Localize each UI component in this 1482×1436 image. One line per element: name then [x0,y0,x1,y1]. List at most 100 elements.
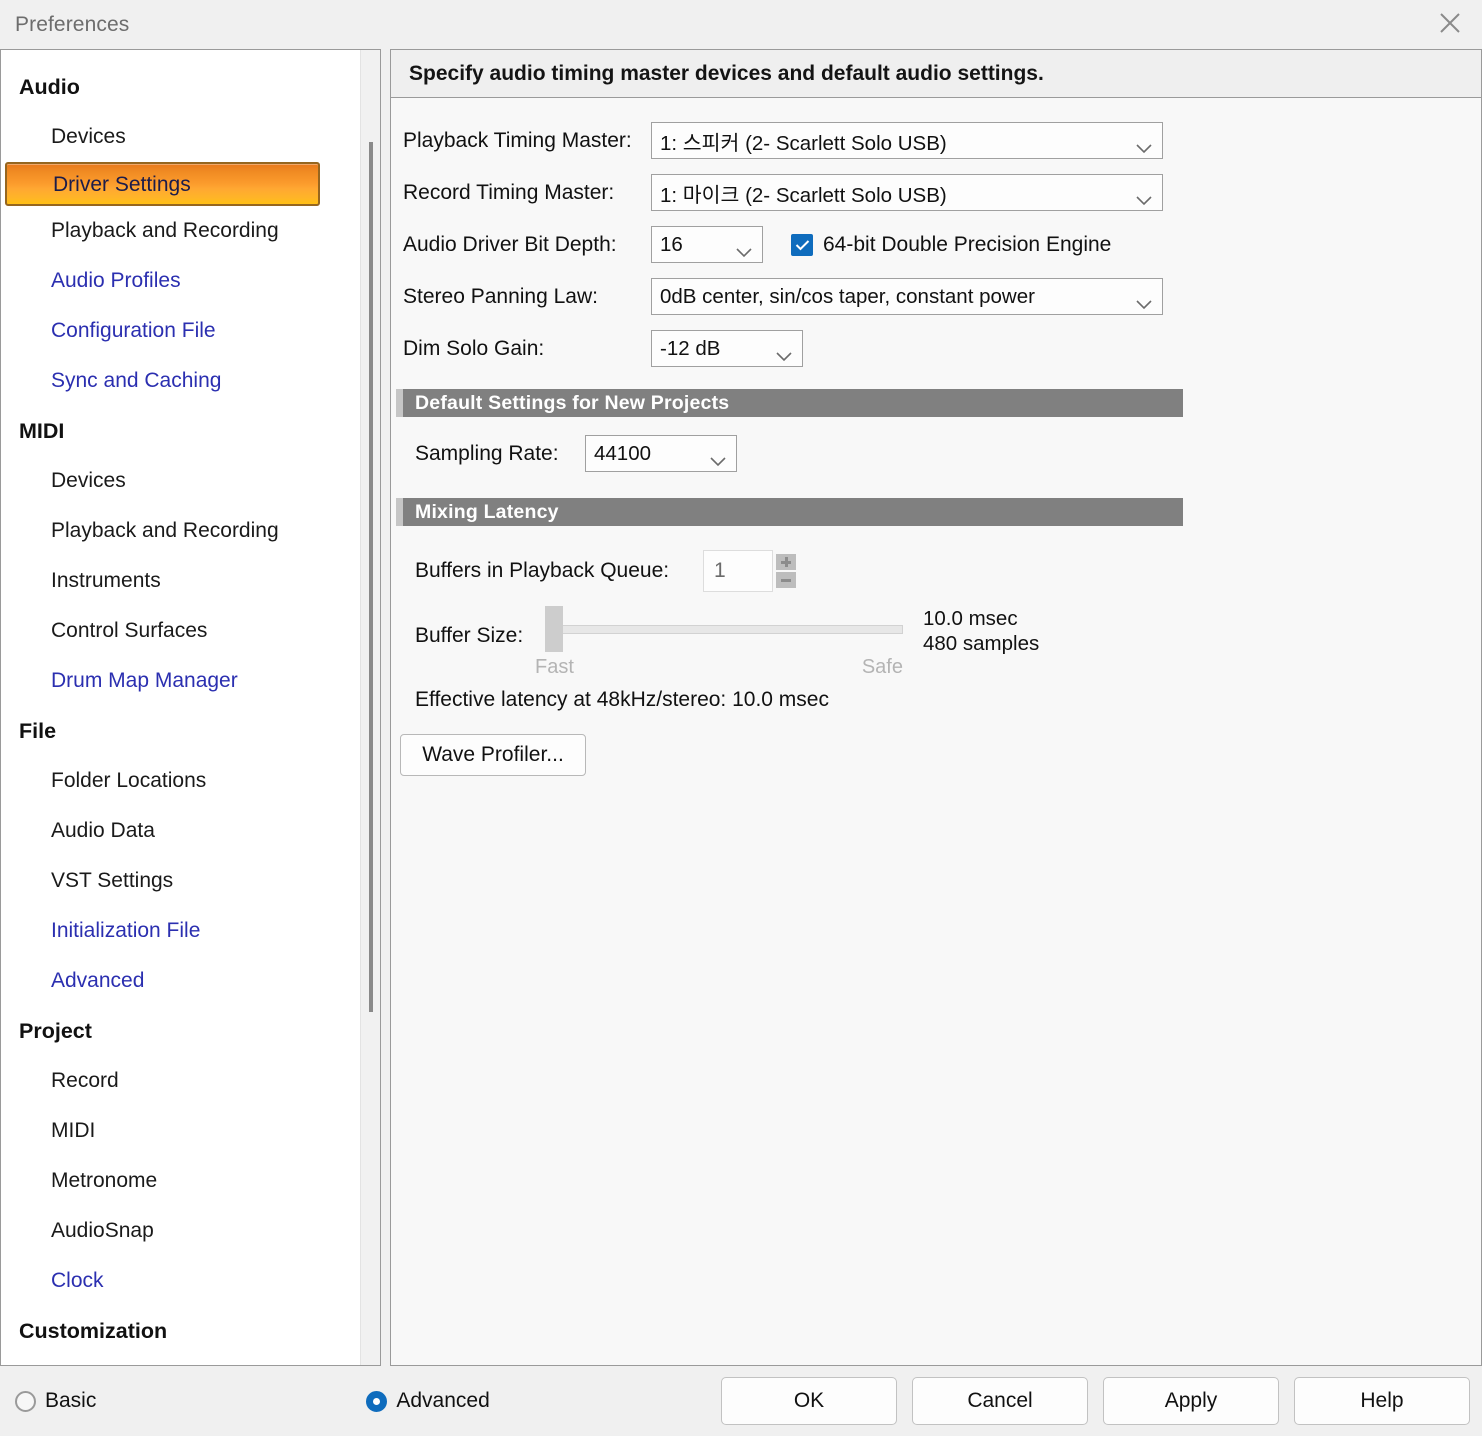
wave-profiler-button[interactable]: Wave Profiler... [400,734,586,776]
sidebar-item-midi[interactable]: MIDI [1,1106,360,1156]
sidebar-item-clock[interactable]: Clock [1,1256,360,1306]
radio-basic-indicator[interactable] [15,1390,36,1412]
minus-icon[interactable] [776,572,796,588]
sidebar-item-playback-and-recording[interactable]: Playback and Recording [1,506,360,556]
row-dim-solo-gain: Dim Solo Gain: -12 dB [391,330,1481,367]
main-panel: Specify audio timing master devices and … [390,49,1482,1366]
title-bar: Preferences [0,0,1482,49]
buffer-size-label: Buffer Size: [415,624,524,647]
chevron-down-icon [736,240,752,257]
slider-min-label: Fast [535,656,574,678]
sidebar: Audio Devices Driver Settings Playback and … [0,49,381,1366]
section-header-mixing-latency: Mixing Latency [396,498,1183,526]
sidebar-scrollbar-thumb[interactable] [369,142,373,1012]
slider-end-labels: Fast Safe [535,656,903,679]
sidebar-group-audio: Audio [19,75,80,99]
sampling-rate-value: 44100 [594,441,652,465]
sidebar-item-audio-data[interactable]: Audio Data [1,806,360,856]
dim-solo-gain-label: Dim Solo Gain: [403,336,545,360]
preferences-dialog: Preferences Audio Devices Driver Settings P… [0,0,1482,1436]
sidebar-item-sync-and-caching[interactable]: Sync and Caching [1,356,360,406]
section-title-default-settings: Default Settings for New Projects [415,391,730,414]
footer-button-group: OK Cancel Apply Help [706,1377,1470,1425]
sidebar-item-instruments[interactable]: Instruments [1,556,360,606]
sidebar-item-folder-locations[interactable]: Folder Locations [1,756,360,806]
row-buffer-size: Buffer Size: Fast Safe 10.0 msec 480 sam… [391,606,1481,678]
audio-driver-bit-depth-select[interactable]: 16 [651,226,763,263]
playback-timing-master-label: Playback Timing Master: [403,128,632,152]
panel-body: Playback Timing Master: 1: 스피커 (2- Scarl… [391,98,1481,1364]
help-button[interactable]: Help [1294,1377,1470,1425]
playback-timing-master-value: 1: 스피커 (2- Scarlett Solo USB) [660,131,947,155]
audio-driver-bit-depth-value: 16 [660,232,683,256]
chevron-down-icon [1136,292,1152,309]
sidebar-item-configuration-file[interactable]: Configuration File [1,306,360,356]
sidebar-group-project: Project [19,1019,92,1043]
record-timing-master-select[interactable]: 1: 마이크 (2- Scarlett Solo USB) [651,174,1163,211]
sidebar-item-initialization-file[interactable]: Initialization File [1,906,360,956]
double-precision-row: 64-bit Double Precision Engine [791,233,1111,257]
sidebar-item-drum-map-manager[interactable]: Drum Map Manager [1,656,360,706]
cancel-button[interactable]: Cancel [912,1377,1088,1425]
mode-basic-label[interactable]: Basic [45,1389,96,1413]
chevron-down-icon [1136,136,1152,153]
sidebar-item-record[interactable]: Record [1,1056,360,1106]
double-precision-checkbox[interactable] [791,233,813,256]
ok-button[interactable]: OK [721,1377,897,1425]
sidebar-item-vst-settings[interactable]: VST Settings [1,856,360,906]
sidebar-item-devices[interactable]: Devices [1,456,360,506]
sidebar-item-audio-profiles[interactable]: Audio Profiles [1,256,360,306]
apply-button[interactable]: Apply [1103,1377,1279,1425]
slider-max-label: Safe [861,656,903,678]
dim-solo-gain-select[interactable]: -12 dB [651,330,803,367]
playback-timing-master-select[interactable]: 1: 스피커 (2- Scarlett Solo USB) [651,122,1163,159]
radio-advanced-indicator[interactable] [366,1390,388,1412]
audio-driver-bit-depth-label: Audio Driver Bit Depth: [403,232,617,256]
sidebar-item-devices[interactable]: Devices [1,112,360,162]
slider-track[interactable] [545,625,903,634]
check-icon [795,239,809,250]
sidebar-scrollbar-track[interactable] [360,50,380,1365]
record-timing-master-label: Record Timing Master: [403,180,615,204]
sidebar-item-metronome[interactable]: Metronome [1,1156,360,1206]
sidebar-item-audiosnap[interactable]: AudioSnap [1,1206,360,1256]
sidebar-group-midi: MIDI [19,419,65,443]
sidebar-item-playback-and-recording[interactable]: Playback and Recording [1,206,360,256]
close-icon[interactable] [1418,0,1482,46]
mode-basic-radio[interactable]: Basic [15,1389,96,1413]
buffers-in-queue-input[interactable]: 1 [703,550,773,592]
window-title: Preferences [15,12,130,36]
sidebar-item-control-surfaces[interactable]: Control Surfaces [1,606,360,656]
stereo-panning-law-value: 0dB center, sin/cos taper, constant powe… [660,284,1035,308]
double-precision-label[interactable]: 64-bit Double Precision Engine [823,233,1111,257]
section-header-default-settings: Default Settings for New Projects [396,389,1183,417]
dialog-body: Audio Devices Driver Settings Playback and … [0,49,1482,1366]
sidebar-item-advanced[interactable]: Advanced [1,956,360,1006]
row-stereo-panning-law: Stereo Panning Law: 0dB center, sin/cos … [391,278,1481,315]
dim-solo-gain-value: -12 dB [660,336,721,360]
record-timing-master-value: 1: 마이크 (2- Scarlett Solo USB) [660,183,947,207]
buffer-size-readout: 10.0 msec 480 samples [923,606,1039,656]
plus-icon[interactable] [776,554,796,570]
row-record-timing-master: Record Timing Master: 1: 마이크 (2- Scarlet… [391,174,1481,211]
sidebar-item-driver-settings[interactable]: Driver Settings [5,162,320,206]
slider-thumb[interactable] [545,606,563,652]
row-audio-driver-bit-depth: Audio Driver Bit Depth: 16 64-bit Double… [391,226,1481,263]
buffer-size-msec: 10.0 msec [923,607,1018,630]
row-buffers-in-queue: Buffers in Playback Queue: 1 [391,550,1481,592]
buffers-in-queue-label: Buffers in Playback Queue: [415,559,670,582]
chevron-down-icon [710,449,726,466]
sidebar-group-file: File [19,719,57,743]
mode-advanced-radio[interactable]: Advanced [366,1389,490,1413]
sampling-rate-label: Sampling Rate: [415,441,559,465]
sampling-rate-select[interactable]: 44100 [585,435,737,472]
stereo-panning-law-select[interactable]: 0dB center, sin/cos taper, constant powe… [651,278,1163,315]
mode-advanced-label[interactable]: Advanced [396,1389,489,1413]
sidebar-group-customization: Customization [19,1319,168,1343]
chevron-down-icon [776,344,792,361]
sidebar-nav-list: Audio Devices Driver Settings Playback and … [1,50,360,1365]
footer-bar: Basic Advanced OK Cancel Apply Help [0,1366,1482,1436]
effective-latency-text: Effective latency at 48kHz/stereo: 10.0 … [415,688,829,711]
stereo-panning-law-label: Stereo Panning Law: [403,284,598,308]
buffers-in-queue-stepper[interactable]: 1 [703,550,796,592]
